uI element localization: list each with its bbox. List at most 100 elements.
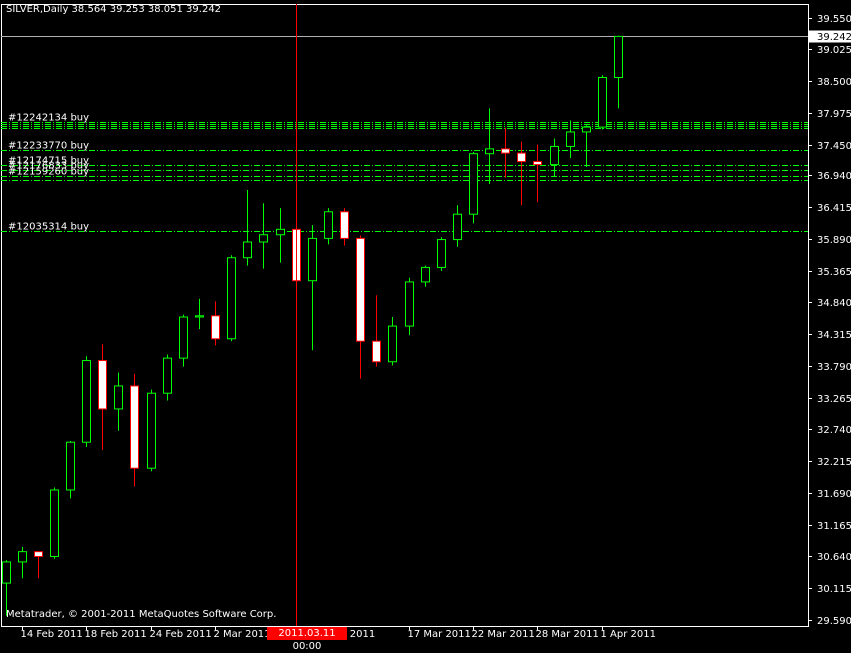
candle-body [356, 237, 365, 342]
candle [324, 208, 333, 245]
y-tick-label: 31.690 [817, 489, 851, 500]
candle-body [308, 237, 317, 282]
candle [517, 141, 526, 206]
candle-body [453, 213, 462, 241]
y-tick-label: 32.215 [817, 457, 851, 468]
candle [66, 440, 75, 499]
y-axis: 39.550 39.025 38.500 37.975 37.450 36.940 36.4… [808, 14, 851, 627]
candle [227, 255, 236, 342]
candle-body [340, 211, 349, 239]
x-tick-label: 24 Feb 2011 [150, 629, 212, 640]
candle-body [501, 148, 510, 154]
y-tick-label: 38.500 [817, 77, 851, 88]
order-line-label: #12035314 buy [8, 222, 89, 233]
candle-body [469, 153, 478, 215]
candle-body [437, 239, 446, 268]
candle-body [211, 315, 220, 340]
price-chart[interactable]: 39.550 39.025 38.500 37.975 37.450 36.940 36.4… [0, 0, 851, 641]
candle-body [421, 266, 430, 283]
y-tick-label: 30.640 [817, 552, 851, 563]
y-tick-label: 35.890 [817, 235, 851, 246]
candle-body [533, 161, 542, 166]
candle-body [243, 241, 252, 259]
candle-body [34, 551, 43, 557]
y-tick-label: 39.550 [817, 14, 851, 25]
candle-body [114, 385, 123, 410]
candle [614, 35, 623, 109]
x-tick-label: 2 Mar 2011 [214, 629, 271, 640]
candle-body [18, 551, 27, 563]
x-tick-label: 17 Mar 2011 [408, 629, 471, 640]
candle-body [566, 131, 575, 147]
candle-body [2, 561, 11, 584]
candle [147, 389, 156, 472]
y-tick-label: 37.450 [817, 141, 851, 152]
candle [163, 354, 172, 401]
y-tick-label: 37.975 [817, 109, 851, 120]
candle [582, 125, 591, 168]
candle-body [195, 315, 204, 318]
candle [276, 208, 285, 263]
x-tick-label: 1 Apr 2011 [601, 629, 656, 640]
candle [211, 301, 220, 346]
y-tick-label: 34.840 [817, 298, 851, 309]
candle-body [98, 360, 107, 410]
candle-body [614, 35, 623, 79]
candle-body [276, 228, 285, 236]
order-lines: #12242134 buy#12233770 buy#12174715 buy#… [1, 113, 808, 233]
candle-body [550, 145, 559, 166]
candle [130, 373, 139, 487]
candle [2, 560, 11, 616]
candle [388, 317, 397, 366]
candle-body [582, 126, 591, 133]
candle [356, 235, 365, 379]
y-tick-label: 33.790 [817, 362, 851, 373]
candle [259, 203, 268, 269]
y-tick-label: 30.115 [817, 584, 851, 595]
x-tick-label: 28 Mar 2011 [536, 629, 599, 640]
y-tick-label: 34.315 [817, 330, 851, 341]
order-line-label: #12233770 buy [8, 141, 89, 152]
symbol-label: SILVER,Daily [6, 4, 69, 15]
y-tick-label: 36.415 [817, 203, 851, 214]
order-line-label: #12159260 buy [8, 167, 89, 178]
candle [114, 372, 123, 431]
y-tick-label: 32.740 [817, 425, 851, 436]
candle [437, 237, 446, 272]
candle [308, 225, 317, 351]
candle-body [50, 489, 59, 557]
y-tick-label: 36.940 [817, 171, 851, 182]
y-tick-label: 33.265 [817, 394, 851, 405]
candle [179, 314, 188, 367]
candle-body [485, 148, 494, 155]
candle-body [227, 257, 236, 340]
candle-body [163, 357, 172, 394]
candle-body [405, 281, 414, 327]
x-tick-label: r 2011 [343, 629, 376, 640]
candle [243, 189, 252, 266]
candle-body [66, 441, 75, 491]
ohlc-readout: 38.564 39.253 38.051 39.242 [71, 4, 222, 15]
copyright-label: Metatrader, © 2001-2011 MetaQuotes Softw… [6, 609, 277, 620]
candle-body [517, 152, 526, 163]
candle-body [259, 234, 268, 243]
candle-body [372, 340, 381, 363]
y-tick-label: 39.025 [817, 45, 851, 56]
candle-body [598, 77, 607, 128]
candle-body [388, 325, 397, 363]
x-tick-label: 18 Feb 2011 [85, 629, 147, 640]
candle [485, 108, 494, 184]
candle-body [324, 211, 333, 239]
candle [34, 551, 43, 579]
candle [195, 298, 204, 330]
candle-body [82, 360, 91, 443]
candle [533, 144, 542, 203]
order-line-label: #12242134 buy [8, 113, 89, 124]
x-tick-label: 14 Feb 2011 [21, 629, 83, 640]
candle [340, 208, 349, 246]
candle [453, 205, 462, 247]
candle [82, 356, 91, 448]
candle [469, 151, 478, 224]
candle [18, 546, 27, 579]
candle-body [130, 385, 139, 469]
